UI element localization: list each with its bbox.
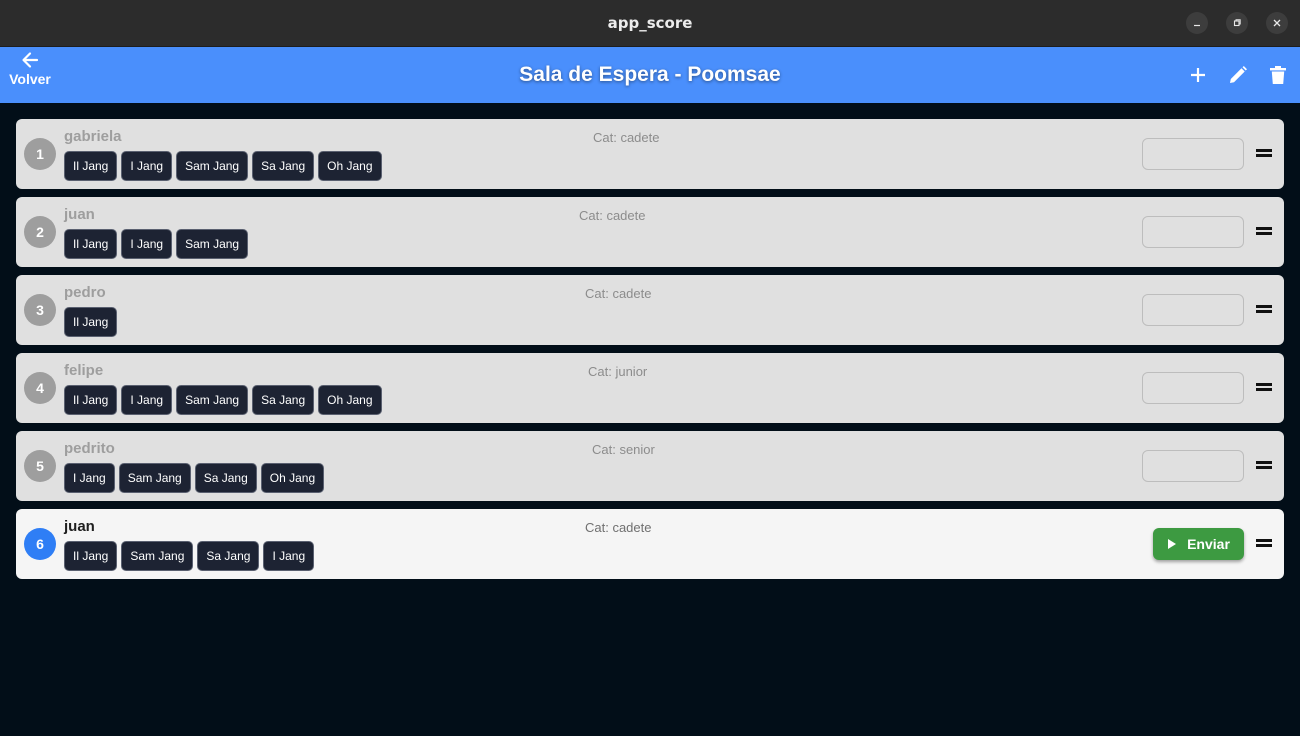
order-number-badge: 5 xyxy=(24,450,56,482)
score-input[interactable] xyxy=(1142,216,1244,248)
competitor-list: 1 gabriela Cat: cadete Il Jang I Jang Sam Jan… xyxy=(16,119,1284,587)
competitor-name: juan xyxy=(64,206,95,223)
maximize-icon[interactable] xyxy=(1226,12,1248,34)
delete-icon[interactable] xyxy=(1266,63,1290,87)
poomsae-chip: Il Jang xyxy=(64,151,118,181)
competitor-row[interactable]: 1 gabriela Cat: cadete Il Jang I Jang Sam Jan… xyxy=(16,119,1284,189)
poomsae-chip: I Jang xyxy=(121,385,173,415)
competitor-row[interactable]: 4 felipe Cat: junior Il Jang I Jang Sam Jang S… xyxy=(16,353,1284,423)
poomsae-chip: Sa Jang xyxy=(252,151,315,181)
order-number-badge: 4 xyxy=(24,372,56,404)
order-number-badge: 3 xyxy=(24,294,56,326)
poomsae-chips: Il Jang I Jang Sam Jang xyxy=(64,229,249,259)
window-controls xyxy=(1186,12,1288,34)
drag-handle-icon[interactable] xyxy=(1256,538,1272,548)
order-number-badge: 1 xyxy=(24,138,56,170)
competitor-row[interactable]: 3 pedro Cat: cadete Il Jang xyxy=(16,275,1284,345)
drag-handle-icon[interactable] xyxy=(1256,382,1272,392)
add-icon[interactable] xyxy=(1186,63,1210,87)
poomsae-chip: Sam Jang xyxy=(121,541,194,571)
poomsae-chip: Sa Jang xyxy=(197,541,260,571)
poomsae-chips: Il Jang Sam Jang Sa Jang I Jang xyxy=(64,541,315,571)
poomsae-chips: I Jang Sam Jang Sa Jang Oh Jang xyxy=(64,463,325,493)
poomsae-chip: I Jang xyxy=(121,151,173,181)
poomsae-chips: Il Jang I Jang Sam Jang Sa Jang Oh Jang xyxy=(64,385,382,415)
close-icon[interactable] xyxy=(1266,12,1288,34)
competitor-name: pedrito xyxy=(64,440,115,457)
drag-handle-icon[interactable] xyxy=(1256,148,1272,158)
competitor-category: Cat: senior xyxy=(592,442,655,457)
poomsae-chip: Oh Jang xyxy=(260,463,325,493)
drag-handle-icon[interactable] xyxy=(1256,460,1272,470)
score-input[interactable] xyxy=(1142,372,1244,404)
appbar-actions xyxy=(1186,63,1290,87)
competitor-name: felipe xyxy=(64,362,104,379)
poomsae-chip: Sa Jang xyxy=(252,385,315,415)
poomsae-chip: Il Jang xyxy=(64,385,118,415)
poomsae-chip: Sa Jang xyxy=(194,463,257,493)
poomsae-chip: Sam Jang xyxy=(176,151,249,181)
poomsae-chip: Il Jang xyxy=(64,307,118,337)
competitor-name: juan xyxy=(64,518,95,535)
competitor-category: Cat: cadete xyxy=(579,208,646,223)
order-number-badge: 2 xyxy=(24,216,56,248)
competitor-row[interactable]: 6 juan Cat: cadete Il Jang Sam Jang Sa Jang I … xyxy=(16,509,1284,579)
competitor-name: gabriela xyxy=(64,128,122,145)
competitor-category: Cat: cadete xyxy=(585,286,652,301)
edit-icon[interactable] xyxy=(1226,63,1250,87)
play-icon xyxy=(1168,539,1177,549)
drag-handle-icon[interactable] xyxy=(1256,304,1272,314)
poomsae-chip: Sam Jang xyxy=(118,463,191,493)
poomsae-chips: Il Jang I Jang Sam Jang Sa Jang Oh Jang xyxy=(64,151,382,181)
send-button[interactable]: Enviar xyxy=(1153,528,1244,560)
poomsae-chip: Oh Jang xyxy=(318,151,382,181)
poomsae-chip: Sam Jang xyxy=(176,385,249,415)
minimize-icon[interactable] xyxy=(1186,12,1208,34)
drag-handle-icon[interactable] xyxy=(1256,226,1272,236)
window-titlebar: app_score xyxy=(0,0,1300,47)
poomsae-chip: Sam Jang xyxy=(176,229,249,259)
competitor-row[interactable]: 5 pedrito Cat: senior I Jang Sam Jang Sa Jang… xyxy=(16,431,1284,501)
competitor-category: Cat: cadete xyxy=(585,520,652,535)
competitor-name: pedro xyxy=(64,284,106,301)
order-number-badge: 6 xyxy=(24,528,56,560)
competitor-row[interactable]: 2 juan Cat: cadete Il Jang I Jang Sam Jang xyxy=(16,197,1284,267)
competitor-category: Cat: cadete xyxy=(593,130,660,145)
poomsae-chip: I Jang xyxy=(263,541,315,571)
send-button-label: Enviar xyxy=(1187,536,1230,552)
poomsae-chip: Il Jang xyxy=(64,229,118,259)
poomsae-chips: Il Jang xyxy=(64,307,118,337)
poomsae-chip: Oh Jang xyxy=(318,385,382,415)
score-input[interactable] xyxy=(1142,294,1244,326)
poomsae-chip: I Jang xyxy=(64,463,115,493)
poomsae-chip: Il Jang xyxy=(64,541,118,571)
page-title: Sala de Espera - Poomsae xyxy=(519,63,781,86)
window-title: app_score xyxy=(607,14,693,32)
score-input[interactable] xyxy=(1142,138,1244,170)
app-bar: Volver Sala de Espera - Poomsae xyxy=(0,47,1300,103)
competitor-category: Cat: junior xyxy=(588,364,648,379)
poomsae-chip: I Jang xyxy=(121,229,173,259)
score-input[interactable] xyxy=(1142,450,1244,482)
